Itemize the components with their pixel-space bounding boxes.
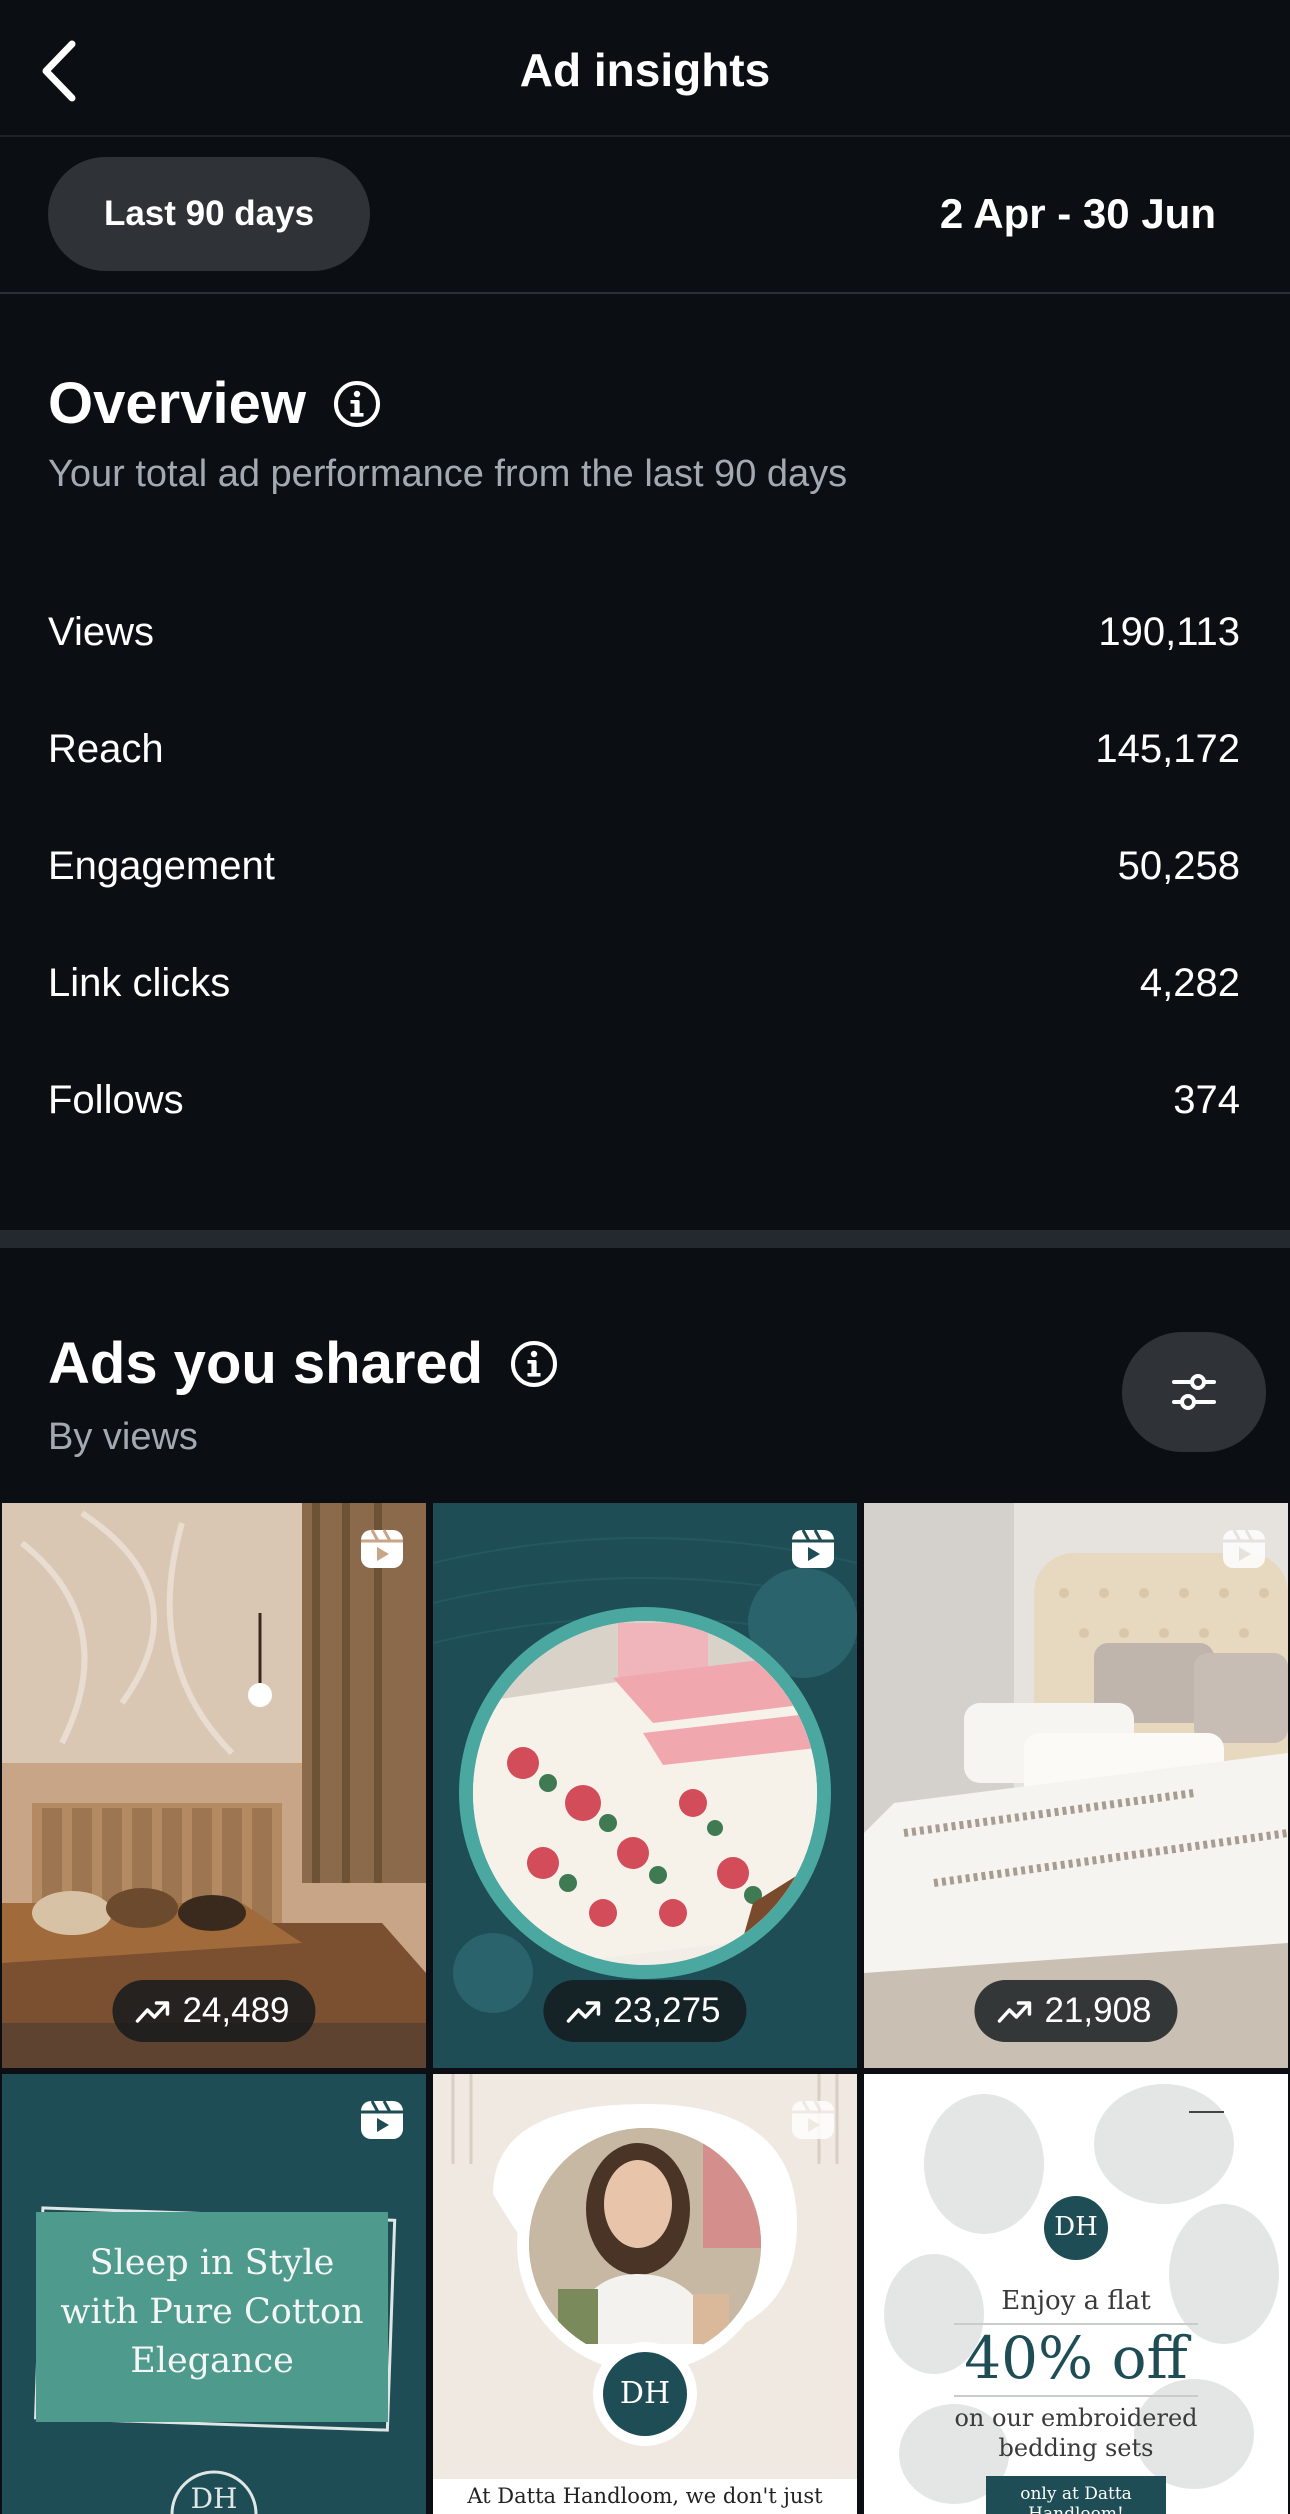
metric-value: 4,282 [1139,960,1240,1005]
ads-title: Ads you shared [48,1331,484,1396]
views-count: 23,275 [613,1991,721,2030]
ad-tile-1[interactable]: 24,489 [2,1503,426,2068]
metric-label: Views [48,609,154,654]
info-icon[interactable] [509,1339,559,1389]
info-icon[interactable] [332,379,382,429]
reels-icon [792,1529,834,1568]
ad-tile-4[interactable]: Sleep in Style with Pure Cotton Elegance… [2,2074,426,2514]
filter-button[interactable] [1122,1332,1266,1452]
ad-tile-6[interactable]: DH Enjoy a flat 40% off on our embroider… [864,2074,1288,2514]
top-bar: Ad insights [0,0,1290,137]
metric-row-views: Views 190,113 [48,592,1240,672]
metric-value: 145,172 [1095,726,1240,771]
metric-row-link-clicks: Link clicks 4,282 [48,943,1240,1023]
reels-icon [792,2100,834,2139]
date-range-text: 2 Apr - 30 Jun [939,190,1216,237]
page-title: Ad insights [519,44,771,96]
ad-tile-2[interactable]: 23,275 [433,1503,857,2068]
views-count: 21,908 [1044,1991,1152,2030]
metric-label: Follows [48,1077,184,1122]
ad-tile-3[interactable]: 21,908 [864,1503,1288,2068]
metric-row-follows: Follows 374 [48,1060,1240,1140]
metric-label: Reach [48,726,164,771]
ad-offer-headline: 40% off [964,2324,1188,2392]
ad-caption: At Datta Handloom, we don't just [467,2484,823,2508]
overview-title: Overview [48,371,306,436]
metric-label: Link clicks [48,960,231,1005]
views-count: 24,489 [182,1991,290,2030]
metric-value: 374 [1173,1077,1240,1122]
brand-logo: DH [1054,2212,1098,2242]
trending-up-icon [997,2001,1032,2023]
ad-tile-5[interactable]: DH At Datta Handloom, we don't just [433,2074,857,2514]
reels-icon [1223,1529,1265,1568]
date-range-button[interactable]: Last 90 days [48,157,370,271]
ads-title-row: Ads you shared [48,1330,559,1397]
ads-subtitle: By views [48,1416,198,1458]
overview-section: Overview Your total ad performance from … [0,296,1290,1230]
metric-row-engagement: Engagement 50,258 [48,826,1240,906]
section-divider [0,1230,1290,1248]
metric-label: Engagement [48,843,275,888]
brand-logo: DH [190,2482,238,2514]
sliders-icon [1172,1374,1216,1410]
trending-up-icon [135,2001,170,2023]
ad-headline-line-1: Sleep in Style [89,2243,335,2283]
ad-headline: Sleep in Style with Pure Cotton Elegance [36,2239,388,2386]
ad-offer-line-2: on our embroidered [954,2404,1198,2432]
overview-subtitle: Your total ad performance from the last … [48,453,848,495]
reels-icon [361,2100,403,2139]
metric-row-reach: Reach 145,172 [48,709,1240,789]
views-badge: 23,275 [543,1980,747,2042]
ad-offer-line-1: Enjoy a flat [1001,2286,1151,2316]
overview-title-row: Overview [48,370,382,437]
brand-logo: DH [619,2376,671,2411]
metric-value: 50,258 [1117,843,1240,888]
ad-offer-banner: only at Datta Handloom! [1020,2484,1132,2514]
date-range-bar: Last 90 days 2 Apr - 30 Jun [0,137,1290,294]
reels-icon [361,1529,403,1568]
trending-up-icon [566,2001,601,2023]
ad-headline-line-2: with Pure Cotton [60,2292,364,2332]
ad-headline-line-3: Elegance [130,2341,294,2381]
metric-value: 190,113 [1098,609,1240,654]
ad-offer-line-3: bedding sets [998,2434,1154,2462]
views-badge: 24,489 [112,1980,316,2042]
views-badge: 21,908 [974,1980,1178,2042]
